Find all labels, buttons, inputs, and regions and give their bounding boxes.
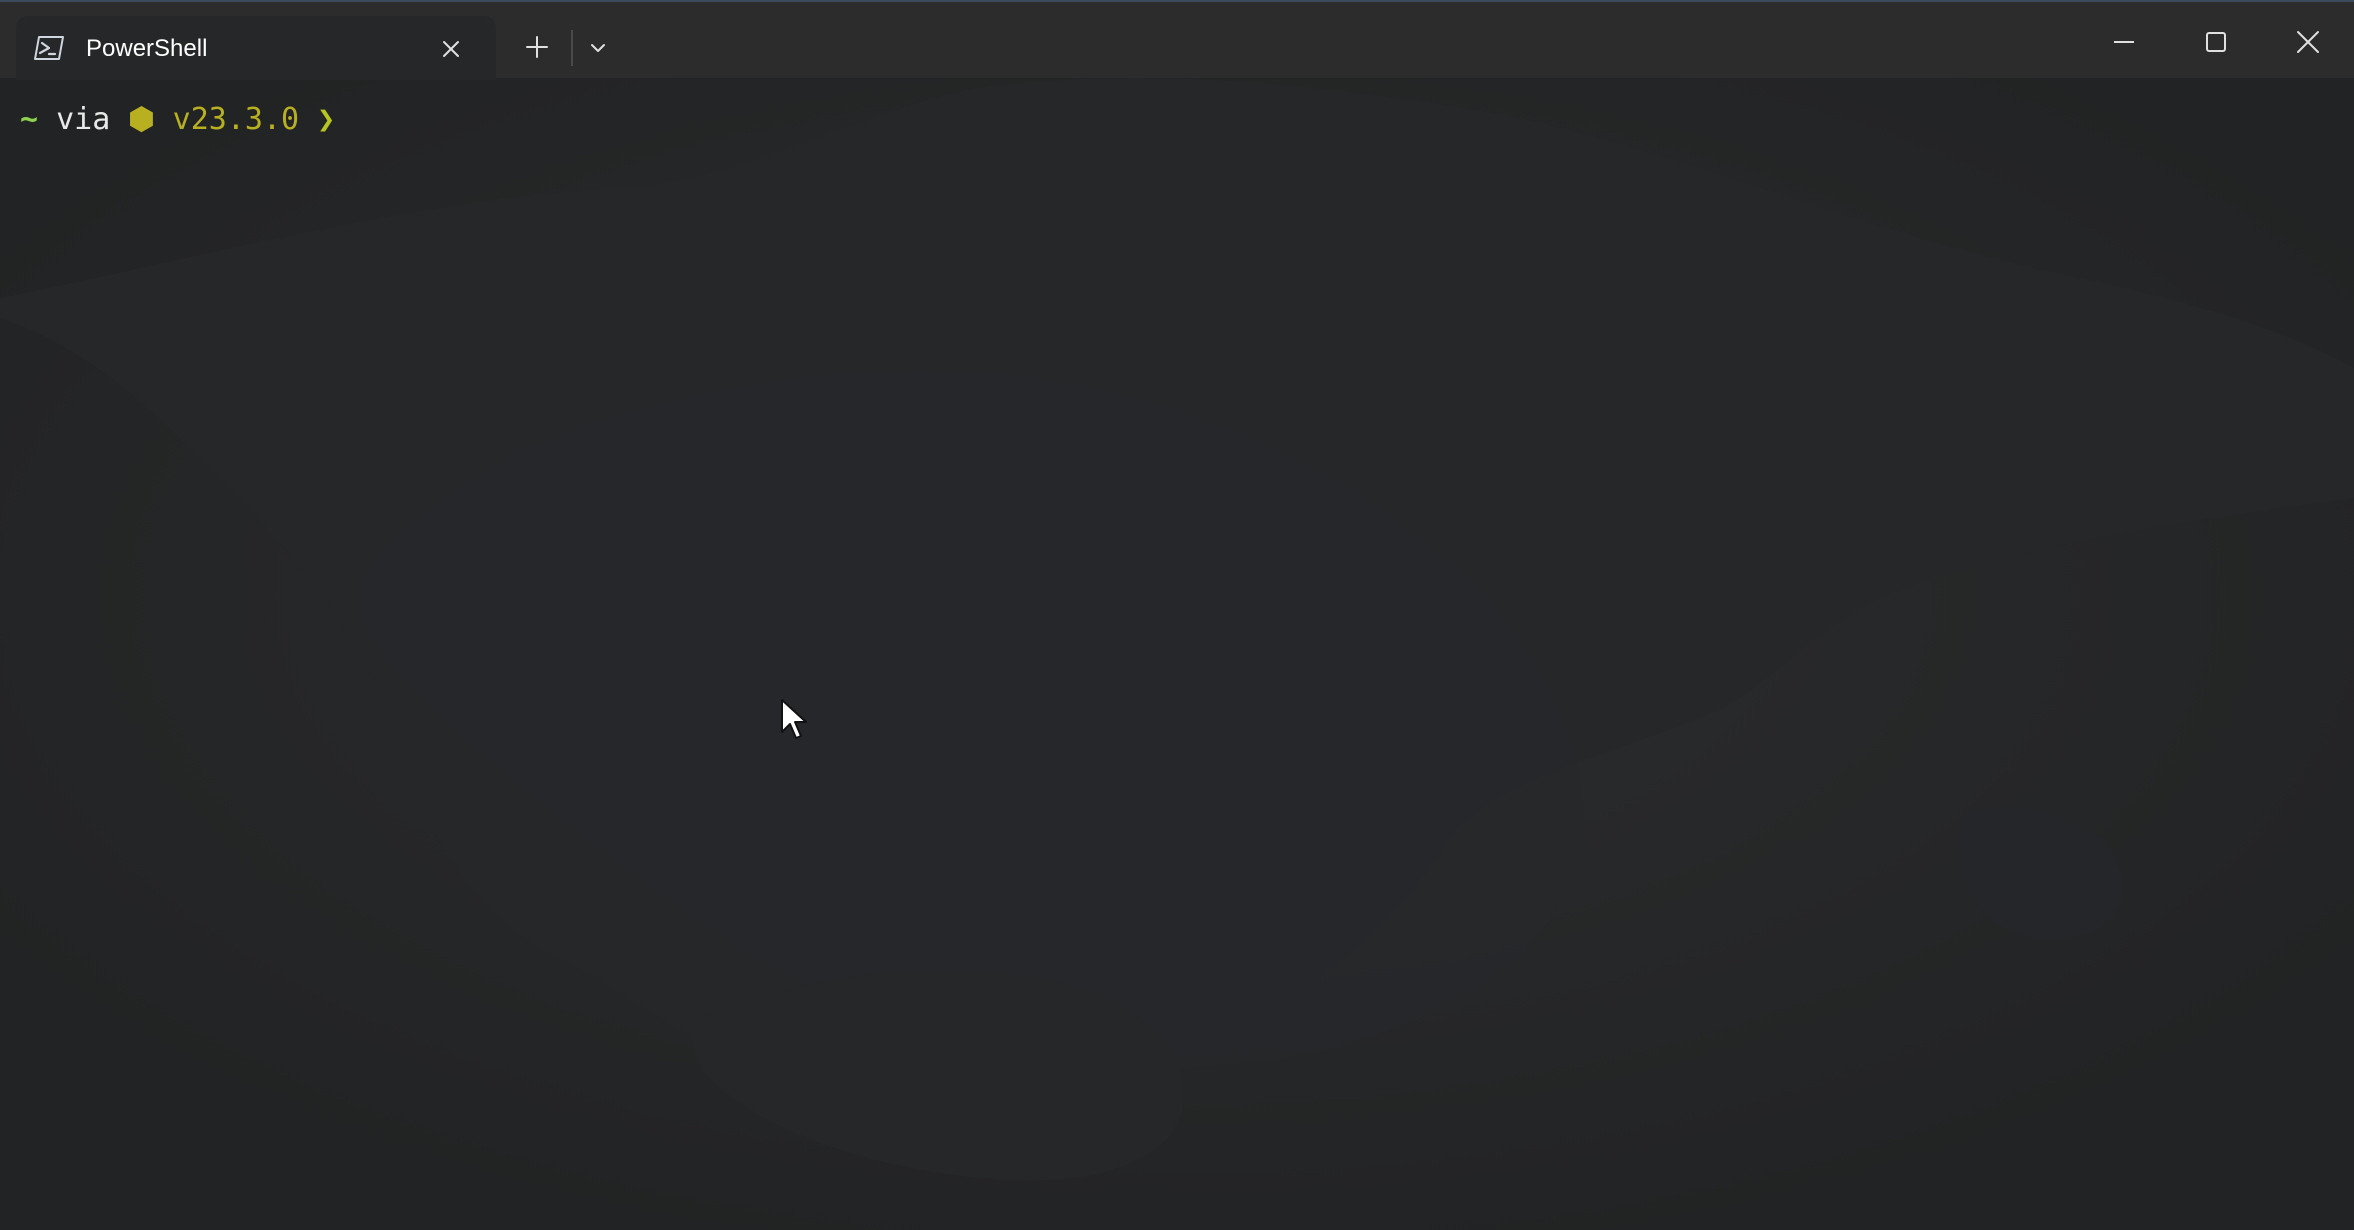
prompt-arrow: ❯ <box>317 102 336 137</box>
terminal-area[interactable]: ~ via ⬢ v23.3.0 ❯ <box>0 78 2354 1230</box>
prompt-via: via <box>56 102 111 137</box>
close-tab-icon[interactable] <box>436 34 466 64</box>
title-bar: PowerShell <box>0 0 2354 80</box>
mouse-pointer-icon <box>780 698 808 740</box>
tab-title: PowerShell <box>86 35 208 62</box>
nodejs-icon: ⬢ <box>128 102 155 137</box>
tab-separator <box>571 30 573 66</box>
chevron-down-icon[interactable] <box>584 34 612 62</box>
minimize-icon[interactable] <box>2104 22 2144 62</box>
tab-powershell[interactable]: PowerShell <box>16 16 496 80</box>
terminal-window: PowerShell ~ via ⬢ v23.3.0 ❯ <box>0 0 2354 1230</box>
prompt-directory: ~ <box>20 102 39 137</box>
prompt-node-version: v23.3.0 <box>172 102 300 137</box>
shell-prompt: ~ via ⬢ v23.3.0 ❯ <box>20 100 335 140</box>
close-icon[interactable] <box>2288 22 2328 62</box>
maximize-icon[interactable] <box>2196 22 2236 62</box>
plus-icon[interactable] <box>520 30 554 64</box>
powershell-icon <box>34 36 64 60</box>
